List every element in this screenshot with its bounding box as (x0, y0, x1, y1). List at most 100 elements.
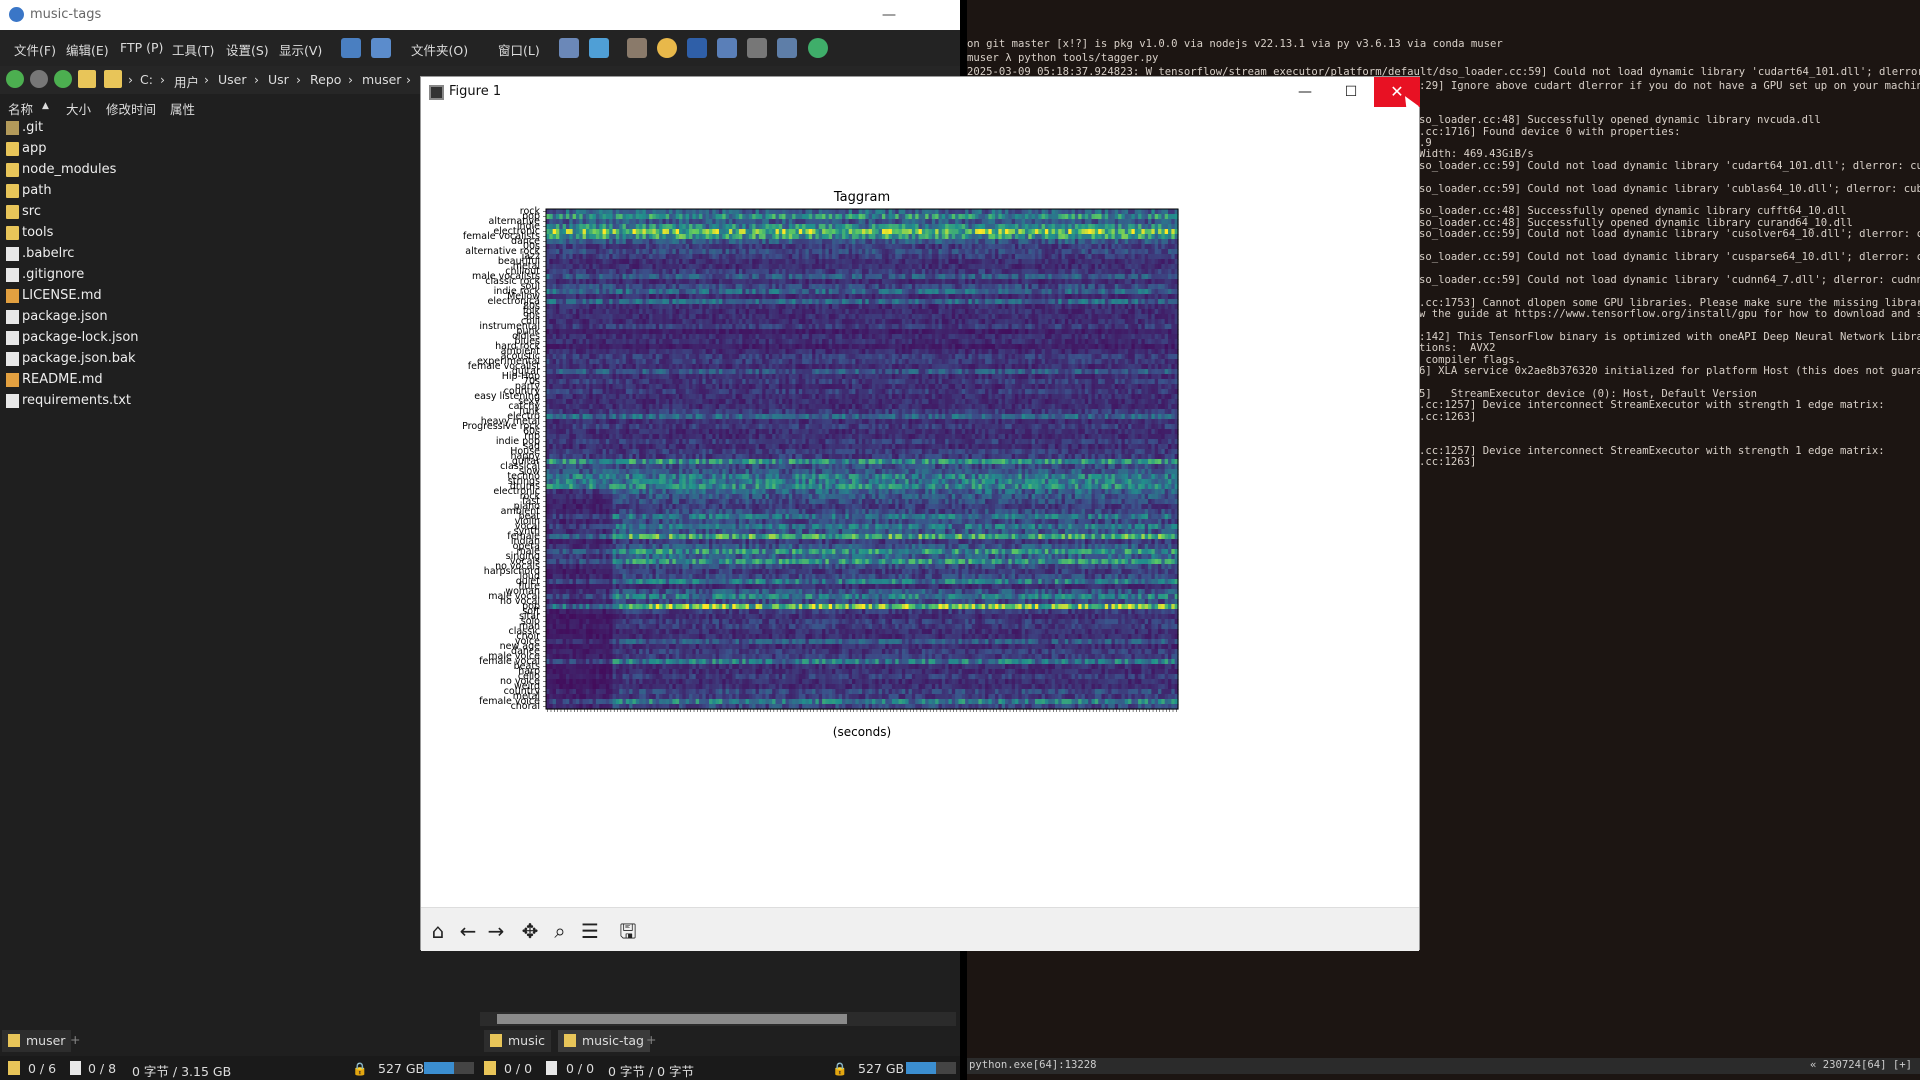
heatmap-row (546, 219, 1179, 225)
list-item[interactable]: .babelrc (0, 243, 420, 264)
list-item[interactable]: requirements.txt (0, 390, 420, 411)
menu-window[interactable]: 窗口(L) (498, 40, 540, 59)
file-icon (6, 247, 19, 261)
breadcrumb-user[interactable]: User (218, 72, 247, 87)
fm-title: music-tags (30, 7, 102, 22)
add-tab-icon[interactable]: + (646, 1032, 656, 1047)
toolbar-icon-7[interactable] (747, 38, 767, 58)
terminal-line: so_loader.cc:59] Could not load dynamic … (1419, 251, 1920, 263)
toolbar-icon-2[interactable] (589, 38, 609, 58)
col-attr[interactable]: 属性 (170, 99, 195, 118)
col-size[interactable]: 大小 (66, 99, 91, 118)
markdown-file-icon (6, 373, 19, 387)
breadcrumb-repo[interactable]: Repo (310, 72, 341, 87)
home-folder-icon[interactable] (78, 70, 96, 88)
folder-icon (484, 1061, 496, 1075)
horizontal-scrollbar[interactable] (480, 1012, 956, 1026)
right-tabs: music music-tag + (480, 1030, 960, 1052)
toolbar-icon-3[interactable] (627, 38, 647, 58)
figure-titlebar[interactable]: Figure 1 — ☐ ✕ (421, 77, 1420, 107)
col-modified[interactable]: 修改时间 (106, 99, 156, 118)
folder-icon (104, 70, 122, 88)
list-item[interactable]: README.md (0, 369, 420, 390)
list-item[interactable]: package-lock.json (0, 327, 420, 348)
list-item[interactable]: src (0, 201, 420, 222)
menu-ftp[interactable]: FTP (P) (120, 40, 163, 55)
file-name: README.md (22, 372, 103, 387)
tab-music-tag[interactable]: music-tag (558, 1030, 650, 1052)
breadcrumb-usr[interactable]: Usr (268, 72, 289, 87)
scrollbar-thumb[interactable] (497, 1014, 847, 1024)
file-list: .git app node_modulespath src tools .babelrc.… (0, 117, 420, 411)
forward-icon[interactable] (30, 70, 48, 88)
prompt-text: on git master [x!?] is pkg v1.0.0 via no… (967, 38, 1503, 50)
status-free-right: 527 GB (858, 1061, 905, 1076)
heatmap-row (546, 289, 1179, 295)
folder-icon (564, 1034, 576, 1047)
list-item[interactable]: package.json.bak (0, 348, 420, 369)
list-item[interactable]: tools (0, 222, 420, 243)
tab-music[interactable]: music (484, 1030, 551, 1052)
terminal-line: compiler flags. (1419, 353, 1522, 366)
status-dirs-left: 0 / 6 (28, 1061, 57, 1076)
list-item[interactable]: node_modules (0, 159, 420, 180)
status-bar: 0 / 6 0 / 8 0 字节 / 3.15 GB 🔒 527 GB 0 / … (0, 1056, 960, 1080)
terminal-line: so_loader.cc:59] Could not load dynamic … (1419, 182, 1920, 195)
tab-muser[interactable]: muser (2, 1030, 72, 1052)
menu-edit[interactable]: 编辑(E) (66, 40, 109, 59)
list-item[interactable]: package.json (0, 306, 420, 327)
heatmap-row (546, 239, 1179, 245)
figure-minimize-button[interactable]: — (1282, 77, 1328, 107)
terminal-line: .cc:1263] (1419, 456, 1477, 469)
view-thumbs-icon[interactable] (371, 38, 391, 58)
view-details-icon[interactable] (341, 38, 361, 58)
heatmap-row (546, 279, 1179, 285)
fm-titlebar[interactable]: music-tags — — (0, 0, 960, 30)
heatmap-row (546, 259, 1179, 265)
col-name[interactable]: 名称 (8, 99, 33, 118)
breadcrumb-users[interactable]: 用户 (174, 72, 199, 91)
heatmap-row (546, 234, 1179, 240)
file-name: package-lock.json (22, 330, 139, 345)
menu-view[interactable]: 显示(V) (279, 40, 322, 59)
list-item[interactable]: LICENSE.md (0, 285, 420, 306)
markdown-file-icon (6, 289, 19, 303)
figure-maximize-button[interactable]: ☐ (1328, 77, 1374, 107)
terminal-line: .cc:1753] Cannot dlopen some GPU librari… (1419, 296, 1920, 309)
menu-settings[interactable]: 设置(S) (226, 40, 269, 59)
toolbar-icon-1[interactable] (559, 38, 579, 58)
back-icon[interactable] (6, 70, 24, 88)
terminal-line: .cc:1263] (1419, 410, 1477, 423)
terminal-line: so_loader.cc:59] Could not load dynamic … (1419, 159, 1920, 172)
list-item[interactable]: path (0, 180, 420, 201)
status-dirs-right: 0 / 0 (504, 1061, 533, 1076)
terminal-status: python.exe[64]:13228 « 230724[64] [+] (967, 1058, 1920, 1074)
breadcrumb-muser[interactable]: muser (362, 72, 401, 87)
toolbar-icon-9[interactable] (808, 38, 828, 58)
menu-file[interactable]: 文件(F) (14, 40, 56, 59)
list-item[interactable]: .gitignore (0, 264, 420, 285)
minimize-icon[interactable]: — (866, 0, 912, 30)
figure-title: Figure 1 (449, 84, 502, 99)
list-item[interactable]: .git (0, 117, 420, 138)
terminal-line: :142] This TensorFlow binary is optimize… (1419, 330, 1920, 343)
file-icon (6, 310, 19, 324)
file-icon (6, 268, 19, 282)
list-item[interactable]: app (0, 138, 420, 159)
file-name: path (22, 183, 52, 198)
toolbar-icon-6[interactable] (717, 38, 737, 58)
toolbar-icon-8[interactable] (777, 38, 797, 58)
breadcrumb-sep: › (348, 72, 353, 87)
heatmap-row (546, 229, 1179, 235)
menu-folder[interactable]: 文件夹(O) (411, 40, 468, 59)
terminal-line: .cc:1257] Device interconnect StreamExec… (1419, 444, 1885, 457)
toolbar-icon-4[interactable] (657, 38, 677, 58)
breadcrumb-sep: › (254, 72, 259, 87)
breadcrumb-drive[interactable]: C: (140, 72, 153, 87)
add-tab-icon[interactable]: + (70, 1032, 80, 1047)
terminal-line: so_loader.cc:59] Could not load dynamic … (1419, 228, 1920, 241)
menu-tools[interactable]: 工具(T) (172, 40, 214, 59)
heatmap-row (546, 209, 1179, 215)
toolbar-icon-5[interactable] (687, 38, 707, 58)
up-icon[interactable] (54, 70, 72, 88)
